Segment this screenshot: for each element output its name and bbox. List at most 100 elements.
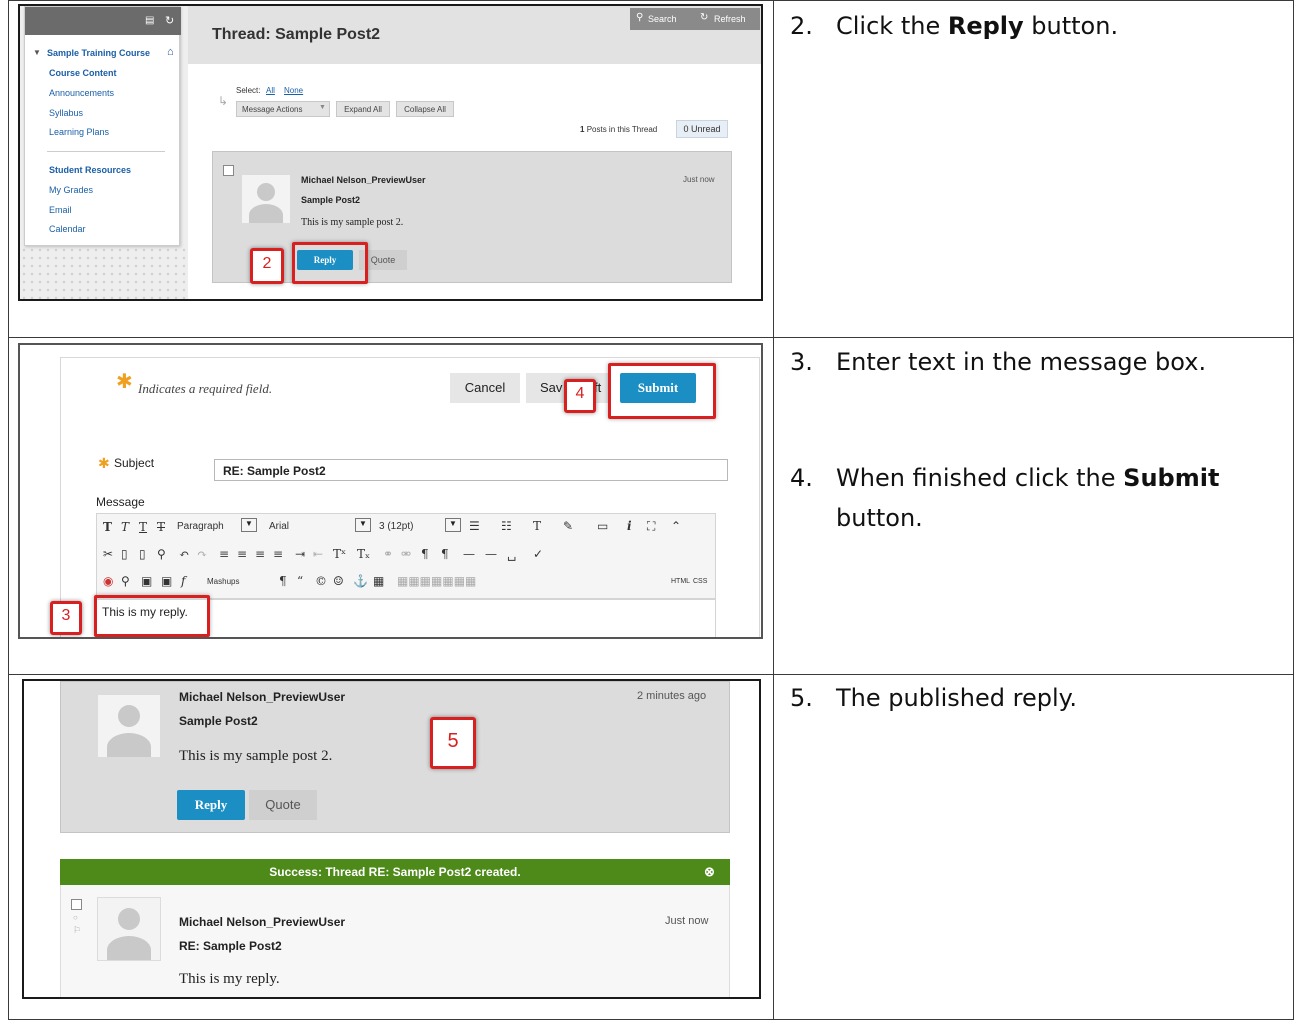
sidebar-item-learning-plans[interactable]: Learning Plans (49, 127, 109, 137)
post1-card: Michael Nelson_PreviewUser 2 minutes ago… (60, 681, 730, 833)
select-all-link[interactable]: All (266, 86, 275, 95)
strike-t-icon[interactable]: T (157, 520, 165, 534)
post2-card: ○ ⚐ Michael Nelson_PreviewUser Just now … (60, 885, 730, 997)
unlink-icon[interactable]: ⚮ (401, 547, 411, 561)
sidebar-item-announcements[interactable]: Announcements (49, 88, 114, 98)
cancel-button[interactable]: Cancel (450, 373, 520, 403)
outdent-icon[interactable]: ⇤ (313, 547, 323, 561)
unread-label: 0 Unread (683, 124, 721, 134)
undo-icon[interactable]: ↶ (179, 547, 189, 561)
page-title: Thread: Sample Post2 (212, 26, 381, 43)
table-icon[interactable]: ▦ (373, 574, 384, 588)
html-button[interactable]: HTML (671, 578, 690, 585)
collapse-all-button[interactable]: Collapse All (396, 101, 454, 117)
expand-all-button[interactable]: Expand All (336, 101, 390, 117)
emoticon-icon[interactable]: ☺ (333, 574, 344, 588)
collapse-toolbar-icon[interactable]: ⌃ (671, 519, 681, 533)
sidebar-item-email[interactable]: Email (49, 205, 72, 215)
flag-icon[interactable]: ⚐ (73, 925, 81, 936)
submit-button[interactable]: Submit (620, 373, 696, 403)
home-icon[interactable]: ⌂ (167, 46, 174, 58)
post2-time: Just now (665, 915, 709, 927)
font-select[interactable]: Arial (269, 521, 289, 532)
collapse-arrow-icon[interactable]: ▼ (33, 48, 41, 57)
underline-t-icon[interactable]: T (139, 520, 147, 534)
refresh-icon[interactable]: ↻ (165, 14, 174, 27)
italic-t-icon[interactable]: T (121, 520, 129, 534)
attach-icon[interactable]: ⚲ (121, 574, 130, 588)
fullscreen-icon[interactable]: ⛶ (647, 519, 655, 534)
quote-button[interactable]: Quote (249, 790, 317, 820)
paragraph-select[interactable]: Paragraph (177, 521, 224, 532)
table-tools-icon[interactable]: ▦▦▦▦▦▦▦ (397, 574, 476, 588)
record-icon[interactable]: ◉ (103, 574, 113, 588)
rtl-icon[interactable]: ¶ (441, 547, 449, 561)
redo-icon[interactable]: ↷ (197, 547, 207, 561)
sidebar-section-student-resources[interactable]: Student Resources (49, 165, 131, 175)
step-3-text: 3. Enter text in the message box. (790, 348, 1207, 376)
radio-icon[interactable]: ○ (73, 913, 78, 922)
align-left-icon[interactable]: ≡ (219, 547, 229, 561)
post-checkbox[interactable] (223, 165, 234, 176)
superscript-icon[interactable]: Tˣ (333, 547, 346, 561)
search-button[interactable]: ⚲ Search ↻ Refresh (630, 8, 760, 30)
refresh-label: Refresh (714, 14, 746, 24)
image-icon[interactable]: ▣ (141, 574, 152, 588)
info-icon[interactable]: i (627, 519, 632, 533)
hr-icon-2[interactable]: — (485, 547, 497, 561)
subscript-icon[interactable]: Tₓ (357, 547, 370, 561)
size-select[interactable]: 3 (12pt) (379, 521, 413, 532)
sidebar-course-title[interactable]: Sample Training Course (47, 48, 150, 58)
cut-icon[interactable]: ✂ (103, 547, 113, 561)
bullet-list-icon[interactable]: ☰ (469, 519, 480, 533)
align-center-icon[interactable]: ≡ (237, 547, 247, 561)
mashups-menu[interactable]: Mashups (207, 577, 239, 586)
subject-input[interactable]: RE: Sample Post2 (214, 459, 728, 481)
preview-icon[interactable]: ▭ (597, 519, 608, 533)
post-body: This is my sample post 2. (301, 217, 404, 228)
post1-time: 2 minutes ago (637, 690, 707, 702)
close-icon[interactable]: ⊗ (704, 859, 715, 885)
message-actions-dropdown[interactable]: Message Actions ▼ (236, 101, 330, 117)
table-border-mid (773, 0, 774, 1020)
sidebar-item-course-content[interactable]: Course Content (49, 68, 117, 78)
select-none-link[interactable]: None (284, 86, 303, 95)
highlight-icon[interactable]: ✎ (563, 519, 573, 533)
sidebar-item-syllabus[interactable]: Syllabus (49, 108, 83, 118)
reply-button[interactable]: Reply (177, 790, 245, 820)
table-border-left (8, 0, 9, 1020)
link-icon[interactable]: ⚭ (383, 547, 393, 561)
size-chevron-icon[interactable]: ▼ (445, 518, 461, 532)
copyright-icon[interactable]: © (315, 574, 327, 588)
spellcheck-icon[interactable]: ✓ (533, 547, 543, 561)
nbsp-icon[interactable]: ␣ (507, 547, 516, 561)
css-button[interactable]: CSS (693, 578, 707, 585)
search-icon: ⚲ (636, 12, 644, 23)
media-icon[interactable]: ▣ (161, 574, 172, 588)
quote-icon[interactable]: “ (297, 574, 303, 588)
anchor-icon[interactable]: ⚓ (353, 574, 368, 588)
sidebar-item-my-grades[interactable]: My Grades (49, 185, 93, 195)
folder-icon[interactable]: ▤ (145, 15, 154, 26)
horizontal-rule-icon[interactable]: — (463, 547, 475, 561)
post2-checkbox[interactable] (71, 899, 82, 910)
align-right-icon[interactable]: ≡ (255, 547, 265, 561)
indent-icon[interactable]: ⇥ (295, 547, 305, 561)
bold-t-icon[interactable]: T (103, 520, 112, 534)
text-color-icon[interactable]: T (533, 519, 541, 533)
unread-badge[interactable]: 0 Unread (676, 120, 728, 138)
pilcrow-icon[interactable]: ¶ (279, 574, 287, 588)
main-panel: Thread: Sample Post2 ⚲ Search ↻ Refresh … (188, 6, 761, 299)
align-justify-icon[interactable]: ≡ (273, 547, 283, 561)
font-chevron-icon[interactable]: ▼ (355, 518, 371, 532)
find-icon[interactable]: ⚲ (157, 547, 166, 561)
chevron-down-icon: ▼ (319, 104, 326, 111)
math-icon[interactable]: f (181, 574, 185, 588)
paste-icon[interactable]: ▯ (139, 547, 146, 561)
copy-icon[interactable]: ▯ (121, 547, 128, 561)
avatar (97, 897, 161, 961)
paragraph-chevron-icon[interactable]: ▼ (241, 518, 257, 532)
ltr-icon[interactable]: ¶ (421, 547, 429, 561)
numbered-list-icon[interactable]: ☷ (501, 519, 512, 533)
sidebar-item-calendar[interactable]: Calendar (49, 224, 86, 234)
